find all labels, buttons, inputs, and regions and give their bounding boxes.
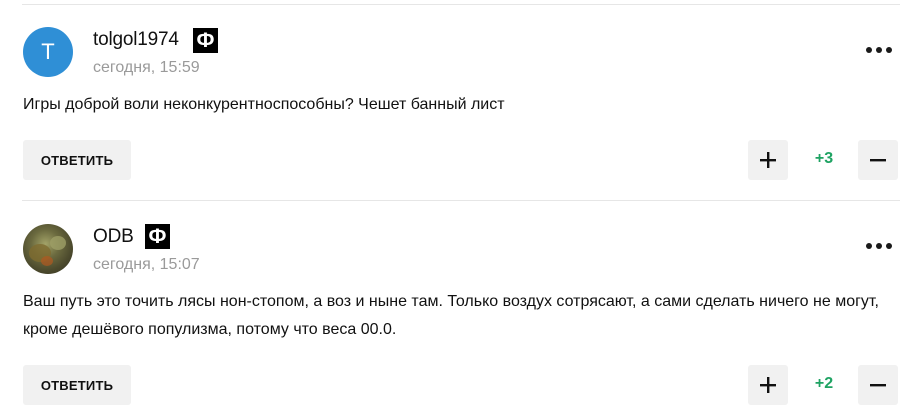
downvote-button[interactable] xyxy=(858,140,898,180)
avatar-letter: T xyxy=(41,39,55,64)
upvote-button[interactable] xyxy=(748,140,788,180)
dot xyxy=(876,243,882,249)
badge-icon: Ф xyxy=(145,224,170,249)
comment-time: сегодня, 15:59 xyxy=(93,59,200,76)
dot xyxy=(886,47,892,53)
comment-text: Ваш путь это точить лясы нон-стопом, а в… xyxy=(23,293,879,338)
comment-time: сегодня, 15:07 xyxy=(93,256,200,273)
username[interactable]: tolgol1974 xyxy=(93,29,179,51)
plus-icon xyxy=(760,152,776,168)
avatar[interactable]: T xyxy=(23,27,73,77)
comment-text: Игры доброй воли неконкурентноспособны? … xyxy=(23,96,505,113)
avatar-photo-detail xyxy=(50,236,66,250)
upvote-button[interactable] xyxy=(748,365,788,405)
downvote-button[interactable] xyxy=(858,365,898,405)
minus-icon xyxy=(870,159,886,162)
plus-icon xyxy=(760,377,776,393)
minus-icon xyxy=(870,384,886,387)
dot xyxy=(876,47,882,53)
top-divider xyxy=(22,4,900,5)
avatar-photo-detail xyxy=(41,256,53,266)
dot xyxy=(886,243,892,249)
reply-button[interactable]: ОТВЕТИТЬ xyxy=(23,365,131,405)
avatar[interactable] xyxy=(23,224,73,274)
dot xyxy=(866,243,872,249)
vote-score: +2 xyxy=(814,375,834,392)
comment-divider xyxy=(22,200,900,201)
more-options-icon[interactable] xyxy=(866,238,892,254)
reply-button[interactable]: ОТВЕТИТЬ xyxy=(23,140,131,180)
vote-score: +3 xyxy=(814,150,834,167)
badge-icon: Ф xyxy=(193,28,218,53)
username[interactable]: ODB xyxy=(93,226,134,248)
dot xyxy=(866,47,872,53)
more-options-icon[interactable] xyxy=(866,42,892,58)
